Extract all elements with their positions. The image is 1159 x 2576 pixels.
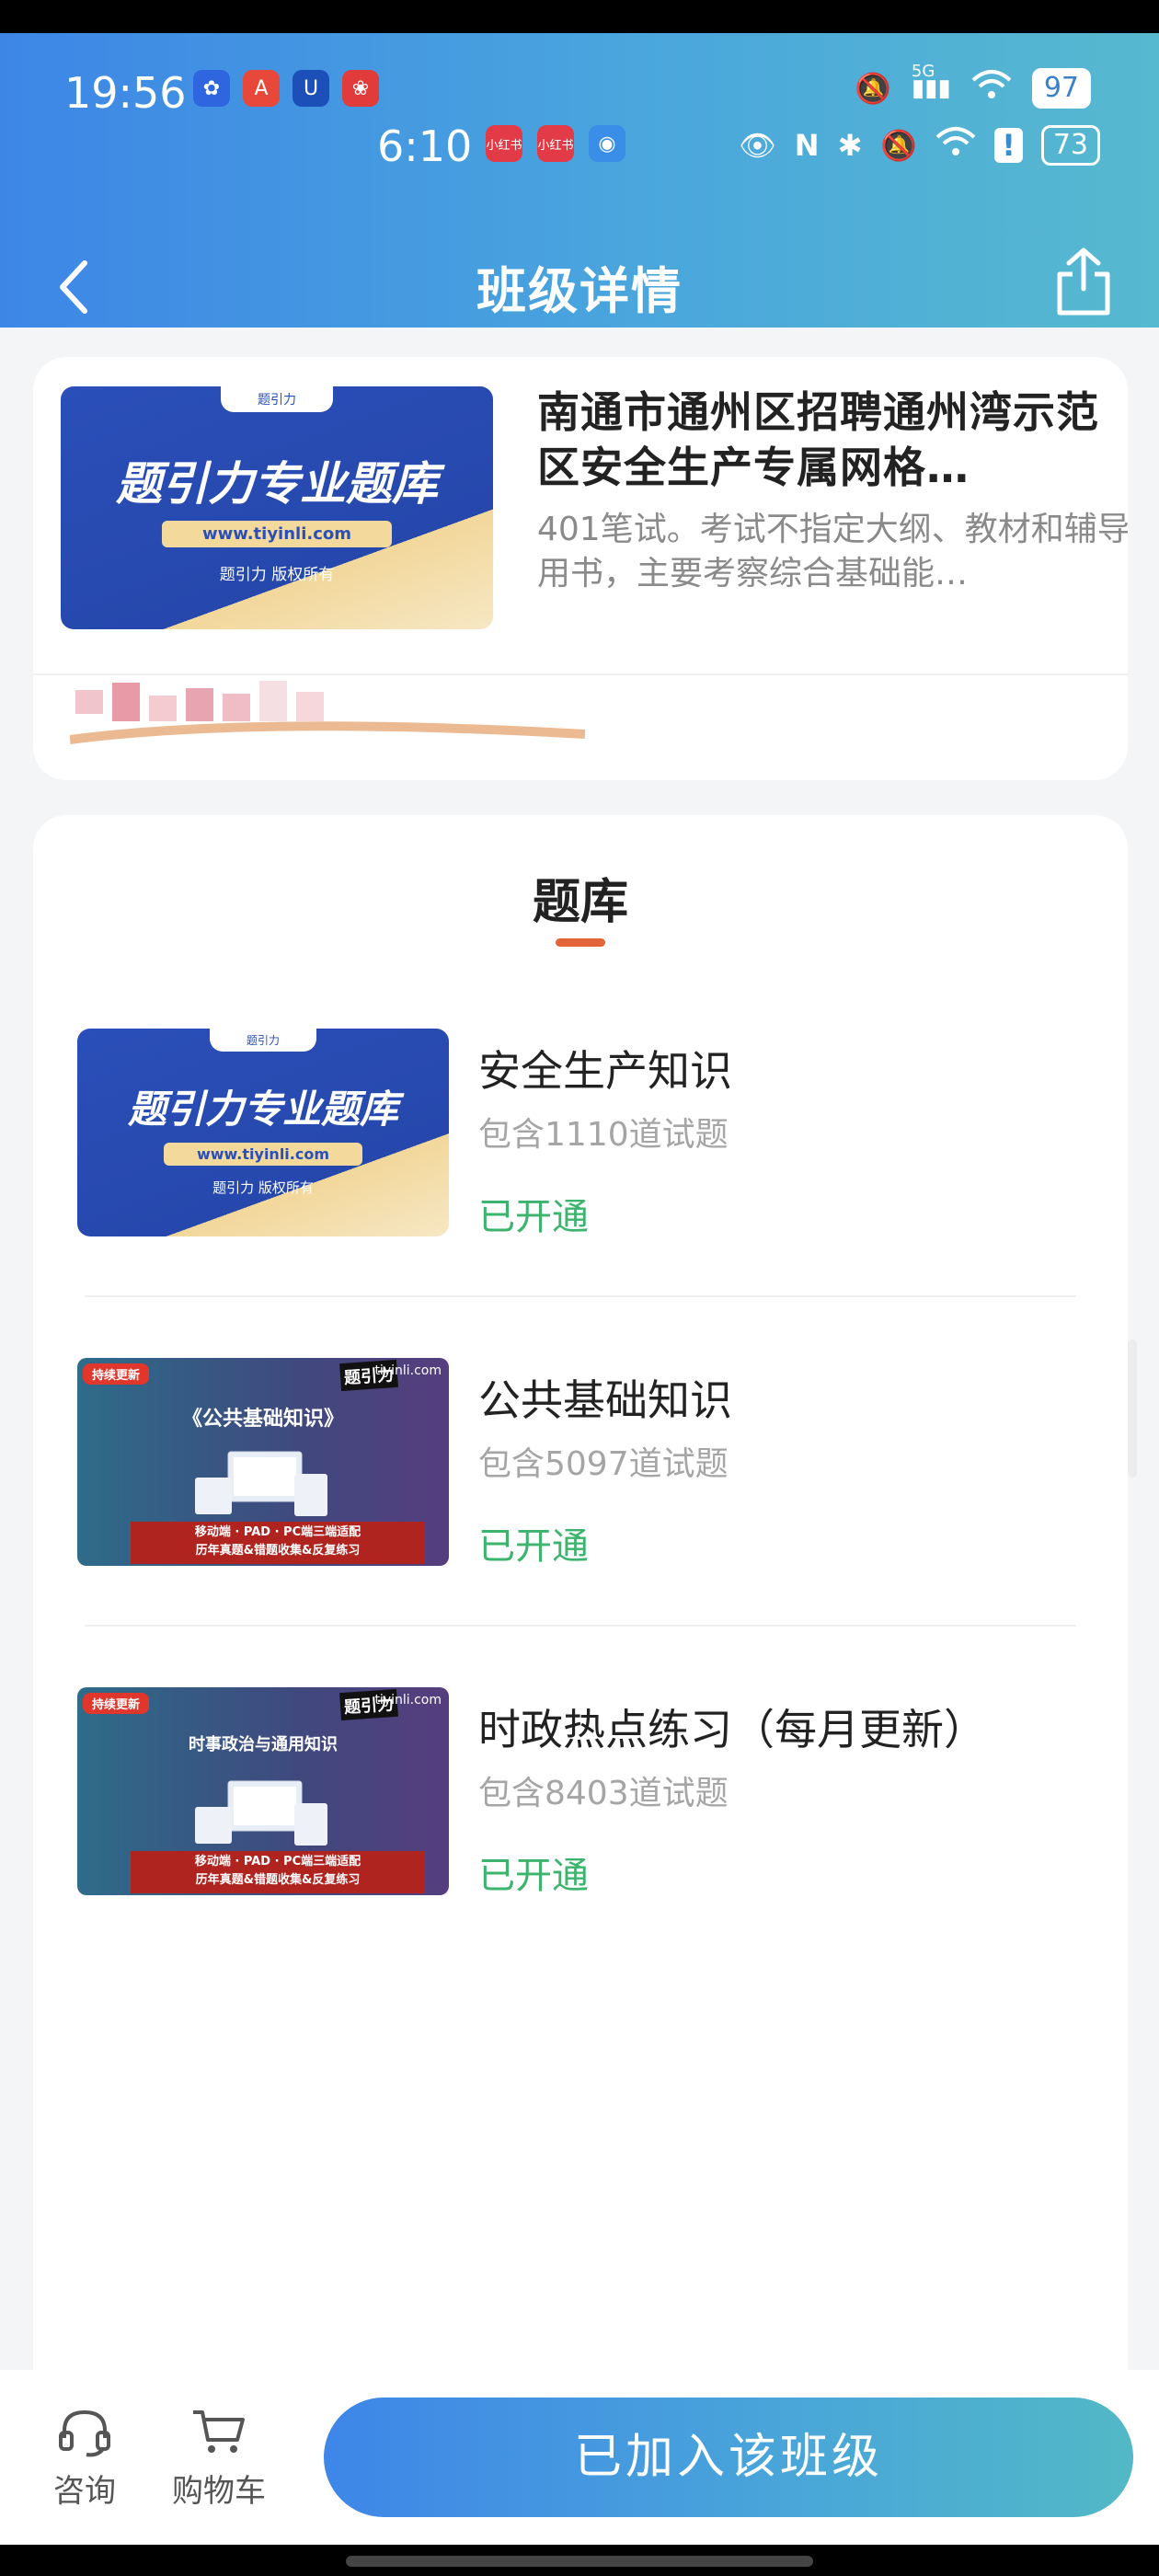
bank-item-status: 已开通: [478, 1525, 589, 1568]
globe-icon: ◉: [589, 125, 625, 162]
thumb-banner: 移动端 · PAD · PC端三端适配 历年真题&错题收集&反复练习: [131, 1851, 425, 1893]
cart-button[interactable]: 购物车: [155, 2407, 283, 2511]
bank-item[interactable]: 题引力 题引力专业题库 www.tiyinli.com 题引力 版权所有 安全生…: [77, 1029, 1084, 1305]
thumb-brand: 题引力: [221, 386, 333, 412]
bank-item-thumbnail: 持续更新 题引力 tiyinli.com 《公共基础知识》 移动端 · PAD …: [77, 1358, 449, 1566]
share-icon: [1057, 247, 1110, 316]
bank-item-status: 已开通: [478, 1196, 589, 1238]
bank-item-status: 已开通: [478, 1855, 589, 1897]
app-icon-red: ❀: [342, 70, 379, 107]
scrollbar[interactable]: [1128, 1340, 1137, 1478]
thumb-banner-line1: 移动端 · PAD · PC端三端适配: [194, 1855, 361, 1869]
share-button[interactable]: [1050, 245, 1117, 318]
status-indicators-primary: 🔕 5G ▮▮▮ 97: [855, 62, 1091, 109]
thumb-title: 时事政治与通用知识: [189, 1735, 338, 1754]
mute-bell-icon: 🔕: [880, 128, 918, 163]
bank-item-thumbnail: 题引力 题引力专业题库 www.tiyinli.com 题引力 版权所有: [77, 1029, 449, 1236]
battery-indicator-secondary: 73: [1040, 125, 1100, 166]
status-app-icons-secondary: 小红书 小红书 ◉: [486, 125, 625, 162]
network-label: 5G: [911, 62, 935, 81]
question-bank-panel: 题库 题引力 题引力专业题库 www.tiyinli.com 题引力 版权所有 …: [33, 815, 1128, 2379]
status-indicators-secondary: 👁 N ✱ 🔕 ! 73: [739, 125, 1100, 166]
bluetooth-icon: ✱: [837, 128, 863, 163]
home-indicator[interactable]: [346, 2556, 813, 2567]
bank-item-name: 安全生产知识: [478, 1046, 732, 1096]
devices-illustration: [195, 1780, 327, 1846]
wifi-icon: [935, 126, 976, 165]
bottom-action-bar: 咨询 购物车 已加入该班级: [0, 2370, 1159, 2545]
alert-icon: !: [994, 128, 1023, 163]
status-time-primary: 19:56: [64, 68, 187, 118]
thumb-brand: 题引力: [209, 1029, 317, 1052]
app-icon-u: U: [293, 70, 329, 107]
bank-item-count: 包含5097道试题: [478, 1445, 729, 1483]
thumb-site: tiyinli.com: [374, 1363, 442, 1378]
thumb-url: www.tiyinli.com: [163, 1143, 363, 1166]
bank-item[interactable]: 持续更新 题引力 tiyinli.com 时事政治与通用知识 移动端 · PAD…: [77, 1687, 1084, 1963]
bank-item[interactable]: 持续更新 题引力 tiyinli.com 《公共基础知识》 移动端 · PAD …: [77, 1358, 1084, 1634]
eye-icon: 👁: [739, 128, 776, 163]
thumb-banner-line1: 移动端 · PAD · PC端三端适配: [194, 1525, 361, 1539]
battery-indicator-primary: 97: [1031, 68, 1091, 109]
xiaohongshu-icon: 小红书: [537, 125, 574, 162]
divider: [85, 1295, 1076, 1297]
status-time-secondary: 6:10: [377, 121, 473, 171]
thumb-headline: 题引力专业题库: [116, 457, 438, 511]
thumb-url: www.tiyinli.com: [161, 521, 393, 547]
page-title: 班级详情: [476, 262, 683, 320]
joined-class-button[interactable]: 已加入该班级: [324, 2398, 1133, 2517]
app-icon-blue: ✿: [193, 70, 230, 107]
devices-illustration: [195, 1451, 327, 1516]
app-icon-a: A: [243, 70, 280, 107]
thumb-title: 《公共基础知识》: [181, 1408, 344, 1431]
tab-question-bank[interactable]: 题库: [33, 863, 1128, 932]
bank-item-name: 公共基础知识: [478, 1375, 732, 1425]
course-thumbnail: 题引力 题引力专业题库 www.tiyinli.com 题引力 版权所有: [61, 386, 493, 629]
course-description: 401笔试。考试不指定大纲、教材和辅导用书，主要考察综合基础能…: [537, 511, 1128, 592]
cart-icon: [193, 2410, 245, 2453]
bank-item-name: 时政热点练习（每月更新）: [478, 1705, 986, 1754]
thumb-tag: 持续更新: [83, 1363, 150, 1385]
wifi-icon: [971, 69, 1012, 108]
thumb-banner: 移动端 · PAD · PC端三端适配 历年真题&错题收集&反复练习: [131, 1522, 425, 1564]
bank-item-count: 包含1110道试题: [478, 1116, 729, 1154]
divider: [85, 1625, 1076, 1627]
system-top-edge: [0, 0, 1159, 33]
nfc-icon: N: [794, 128, 820, 163]
thumb-site: tiyinli.com: [374, 1693, 442, 1708]
thumb-tag: 持续更新: [83, 1693, 150, 1714]
thumb-copyright: 题引力 版权所有: [212, 1179, 314, 1196]
consult-button[interactable]: 咨询: [20, 2407, 149, 2511]
bank-item-count: 包含8403道试题: [478, 1775, 729, 1812]
blurred-price-area: [69, 679, 586, 762]
cart-label: 购物车: [172, 2473, 266, 2510]
course-card[interactable]: 题引力 题引力专业题库 www.tiyinli.com 题引力 版权所有 南通市…: [33, 357, 1128, 780]
thumb-banner-line2: 历年真题&错题收集&反复练习: [195, 1873, 361, 1887]
app-header: 19:56 ✿ A U ❀ 🔕 5G ▮▮▮ 97 6:10 小红书 小红书 ◉ …: [0, 33, 1159, 328]
bank-item-thumbnail: 持续更新 题引力 tiyinli.com 时事政治与通用知识 移动端 · PAD…: [77, 1687, 449, 1895]
thumb-banner-line2: 历年真题&错题收集&反复练习: [195, 1544, 361, 1558]
signal-icon: 5G ▮▮▮: [911, 62, 951, 102]
tab-active-indicator: [556, 938, 605, 947]
course-title: 南通市通州区招聘通州湾示范区安全生产专属网格…: [537, 387, 1099, 492]
divider: [33, 673, 1128, 675]
thumb-headline: 题引力专业题库: [127, 1087, 398, 1132]
status-app-icons-primary: ✿ A U ❀: [193, 70, 379, 107]
thumb-copyright: 题引力 版权所有: [219, 566, 335, 584]
xiaohongshu-icon: 小红书: [486, 125, 522, 162]
headset-icon: [59, 2409, 110, 2457]
mute-bell-icon: 🔕: [855, 71, 891, 106]
consult-label: 咨询: [53, 2473, 116, 2510]
